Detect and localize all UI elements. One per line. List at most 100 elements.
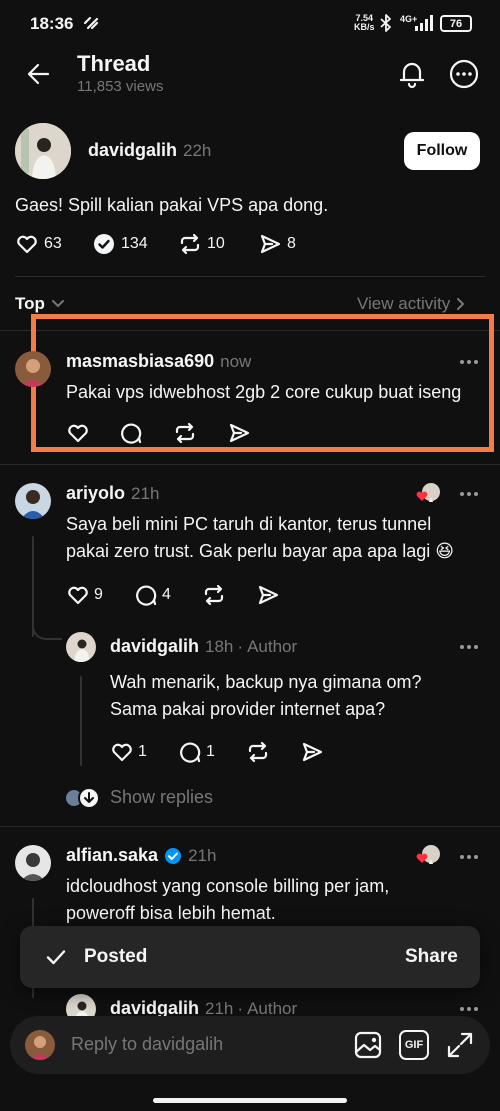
arrow-left-icon — [27, 63, 50, 85]
share-button[interactable]: 8 — [258, 232, 296, 256]
more-options-button[interactable] — [460, 855, 478, 859]
avatar[interactable] — [15, 351, 51, 387]
more-options-button[interactable] — [460, 360, 478, 364]
expand-icon[interactable] — [445, 1030, 475, 1060]
reply-author-row: davidgalih 18h · Author — [110, 636, 297, 657]
send-icon — [260, 234, 281, 254]
reply-text-line-1: idcloudhost yang console billing per jam… — [66, 876, 390, 896]
divider — [15, 276, 485, 277]
reply-text-line-2: pakai zero trust. Gak perlu bayar apa ap… — [66, 541, 454, 561]
heart-icon — [17, 235, 37, 254]
send-icon[interactable] — [227, 421, 251, 445]
send-icon[interactable] — [256, 583, 280, 607]
comment-count: 1 — [206, 743, 215, 760]
signal-icon — [414, 15, 436, 31]
gif-button[interactable]: GIF — [399, 1030, 429, 1060]
reply-time: now — [220, 352, 252, 371]
reply-text: Pakai vps idwebhost 2gb 2 core cukup bua… — [66, 382, 462, 402]
sort-dropdown[interactable]: Top — [15, 294, 65, 314]
person-photo-icon — [15, 483, 51, 519]
share-button[interactable]: Share — [405, 946, 458, 968]
comment-icon — [136, 585, 157, 606]
avatar[interactable] — [15, 483, 51, 519]
reply-text-line-2: Sama pakai provider internet apa? — [110, 699, 386, 719]
comment-count: 4 — [162, 586, 171, 603]
person-photo-icon — [15, 351, 51, 387]
reply-time: 21h — [131, 484, 160, 503]
show-replies-button[interactable]: Show replies — [64, 786, 213, 809]
arrow-down-circle-icon — [78, 787, 100, 809]
more-options-button[interactable] — [460, 1007, 478, 1011]
post-time: 22h — [183, 141, 212, 160]
image-icon[interactable] — [353, 1030, 383, 1060]
page-title: Thread — [77, 51, 151, 76]
posted-toast: Posted Share — [20, 926, 480, 988]
reply-time: 18h — [205, 637, 234, 656]
reply-actions: 1 1 — [110, 740, 330, 764]
comment-button[interactable]: 4 — [134, 583, 171, 607]
home-indicator — [153, 1098, 347, 1103]
reply-author-row: ariyolo 21h — [66, 483, 159, 504]
view-activity-label: View activity — [357, 294, 451, 313]
avatar[interactable] — [15, 845, 51, 881]
chevron-right-icon — [457, 298, 465, 310]
repost-icon — [180, 233, 200, 255]
thread-line-curve — [32, 620, 62, 640]
liked-by-author-badge — [416, 482, 442, 504]
post-username[interactable]: davidgalih — [88, 140, 177, 161]
reply-actions: 9 4 — [66, 583, 306, 607]
repost-button[interactable]: 10 — [178, 232, 225, 256]
comment-button[interactable]: 1 — [178, 740, 215, 764]
heart-icon — [112, 743, 132, 762]
reply-time: 21h — [188, 845, 217, 865]
avatar[interactable] — [15, 123, 71, 179]
follow-button[interactable]: Follow — [404, 132, 480, 170]
post-actions: 63 134 10 8 — [15, 232, 315, 258]
view-activity-link[interactable]: View activity — [357, 294, 466, 314]
reply-actions — [66, 421, 266, 445]
check-icon — [46, 950, 66, 965]
replied-check-icon — [94, 234, 114, 254]
repost-icon[interactable] — [202, 583, 226, 607]
status-time: 18:36 — [30, 14, 74, 33]
post-author-row: davidgalih 22h — [88, 140, 211, 161]
like-button[interactable]: 1 — [110, 740, 147, 764]
comment-icon[interactable] — [119, 421, 143, 445]
reply-text-line-1: Saya beli mini PC taruh di kantor, terus… — [66, 514, 432, 534]
author-liked-icon — [416, 483, 440, 502]
avatar[interactable] — [66, 632, 96, 662]
reply-author-row: alfian.saka 21h — [66, 845, 216, 866]
repost-icon[interactable] — [246, 740, 270, 764]
back-button[interactable] — [24, 59, 54, 89]
divider — [0, 464, 500, 465]
reply-text-line-2: poweroff bisa lebih hemat. — [66, 903, 276, 923]
reply-username[interactable]: alfian.saka — [66, 845, 158, 866]
reply-composer[interactable]: Reply to davidgalih GIF — [10, 1016, 490, 1074]
person-photo-icon — [15, 123, 71, 179]
like-button[interactable]: 9 — [66, 583, 103, 607]
reply-button[interactable]: 134 — [92, 232, 148, 256]
more-options-button[interactable] — [460, 645, 478, 649]
send-icon[interactable] — [300, 740, 324, 764]
reply-input[interactable]: Reply to davidgalih — [71, 1034, 223, 1055]
reply-username[interactable]: ariyolo — [66, 483, 125, 504]
more-options-button[interactable] — [448, 58, 480, 90]
reply-username[interactable]: masmasbiasa690 — [66, 351, 214, 372]
gif-label: GIF — [404, 1039, 424, 1051]
like-count: 9 — [94, 586, 103, 603]
more-circle-icon — [449, 59, 479, 89]
bell-icon — [399, 62, 425, 89]
separator: · — [237, 637, 244, 656]
like-button[interactable]: 63 — [15, 232, 62, 256]
heart-icon[interactable] — [66, 421, 90, 445]
heart-icon — [68, 586, 88, 605]
more-options-button[interactable] — [460, 492, 478, 496]
reply-author-row: masmasbiasa690 now — [66, 351, 251, 372]
posted-label: Posted — [84, 946, 148, 967]
divider — [0, 330, 500, 331]
avatar — [25, 1030, 55, 1060]
reply-username[interactable]: davidgalih — [110, 636, 199, 657]
repost-icon[interactable] — [173, 421, 197, 445]
notifications-button[interactable] — [396, 58, 428, 90]
author-tag: Author — [247, 637, 298, 656]
